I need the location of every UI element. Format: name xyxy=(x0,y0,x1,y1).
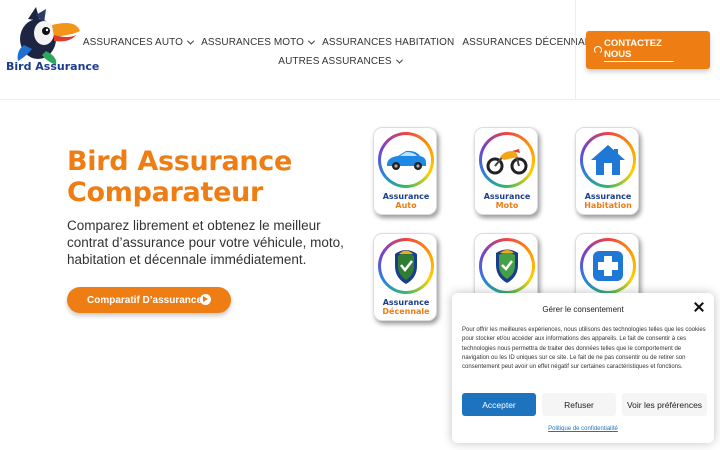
consent-text: Pour offrir les meilleures expériences, … xyxy=(462,327,706,371)
card-label-line2: Habitation xyxy=(584,201,632,210)
nav-label: ASSURANCES AUTO xyxy=(82,36,184,48)
cta-label: Comparatif D’assurance xyxy=(87,294,203,306)
card-assurance-decennale[interactable]: Assurance Décennale xyxy=(373,233,437,321)
shield-check-icon xyxy=(496,249,518,283)
chevron-down-icon xyxy=(308,37,316,45)
headset-icon xyxy=(594,46,602,54)
car-icon xyxy=(387,150,426,170)
nav-label: ASSURANCES DÉCENNALE xyxy=(462,36,598,48)
card-label-line1: Assurance xyxy=(382,298,430,307)
refuse-button[interactable]: Refuser xyxy=(542,393,616,416)
site-header: Bird Assurance ASSURANCES AUTO ASSURANCE… xyxy=(0,0,720,100)
comparatif-button[interactable]: Comparatif D’assurance xyxy=(67,287,231,313)
motorcycle-icon xyxy=(486,149,528,175)
header-divider xyxy=(575,0,576,100)
card-label-line1: Assurance xyxy=(584,192,632,201)
card-label: Assurance Habitation xyxy=(576,192,640,210)
hero-title-line-1: Bird Assurance xyxy=(67,146,293,177)
card-label-line2: Moto xyxy=(495,201,519,210)
nav-item-autres-assurances[interactable]: AUTRES ASSURANCES xyxy=(278,55,403,67)
chevron-down-icon xyxy=(187,37,195,45)
privacy-policy-link[interactable]: Politique de confidentialité xyxy=(452,426,714,432)
contact-button[interactable]: CONTACTEZ NOUS xyxy=(586,31,710,69)
card-assurance-auto[interactable]: Assurance Auto xyxy=(373,127,437,215)
chevron-down-icon xyxy=(395,56,403,64)
card-ring xyxy=(479,132,535,188)
card-assurance-moto[interactable]: Assurance Moto xyxy=(474,127,538,215)
nav-label: ASSURANCES HABITATION xyxy=(322,36,455,48)
consent-title: Gérer le consentement xyxy=(542,305,624,314)
hero-title-line-2: Comparateur xyxy=(67,177,264,208)
card-ring xyxy=(378,238,434,294)
card-label-line1: Assurance xyxy=(483,192,531,201)
logo-text[interactable]: Bird Assurance xyxy=(6,60,99,73)
arrow-circle-icon xyxy=(200,294,211,305)
nav-label: AUTRES ASSURANCES xyxy=(278,55,392,67)
hero-title: Bird Assurance Comparateur xyxy=(67,146,292,208)
card-label: Assurance Moto xyxy=(475,192,539,210)
consent-modal: Gérer le consentement Pour offrir les me… xyxy=(452,293,714,443)
nav-item-assurances-moto[interactable]: ASSURANCES MOTO xyxy=(201,36,316,48)
section-heading-peek xyxy=(148,443,438,450)
card-label-line1: Assurance xyxy=(382,192,430,201)
card-ring xyxy=(479,238,535,294)
main-nav: ASSURANCES AUTO ASSURANCES MOTO ASSURANC… xyxy=(83,34,597,72)
accept-button[interactable]: Accepter xyxy=(462,393,536,416)
shield-worker-icon xyxy=(395,250,417,284)
card-ring xyxy=(378,132,434,188)
nav-label: ASSURANCES MOTO xyxy=(201,36,305,48)
contact-label: CONTACTEZ NOUS xyxy=(604,38,674,62)
house-icon xyxy=(591,145,625,175)
card-label-line2: Auto xyxy=(395,201,417,210)
nav-item-assurances-auto[interactable]: ASSURANCES AUTO xyxy=(82,36,195,48)
nav-item-assurances-decennale[interactable]: ASSURANCES DÉCENNALE xyxy=(462,37,597,48)
nav-row-2: AUTRES ASSURANCES xyxy=(110,53,570,69)
card-label-line2: Décennale xyxy=(382,307,430,316)
close-icon[interactable] xyxy=(694,302,704,312)
hero-description: Comparez librement et obtenez le meilleu… xyxy=(67,218,344,267)
medical-cross-icon xyxy=(593,251,623,281)
card-label: Assurance Décennale xyxy=(374,298,438,316)
preferences-button[interactable]: Voir les préférences xyxy=(622,393,707,416)
card-ring xyxy=(580,238,636,294)
card-label: Assurance Auto xyxy=(374,192,438,210)
nav-item-assurances-habitation[interactable]: ASSURANCES HABITATION xyxy=(322,37,454,48)
card-assurance-habitation[interactable]: Assurance Habitation xyxy=(575,127,639,215)
nav-row-1: ASSURANCES AUTO ASSURANCES MOTO ASSURANC… xyxy=(83,34,597,50)
card-ring xyxy=(580,132,636,188)
